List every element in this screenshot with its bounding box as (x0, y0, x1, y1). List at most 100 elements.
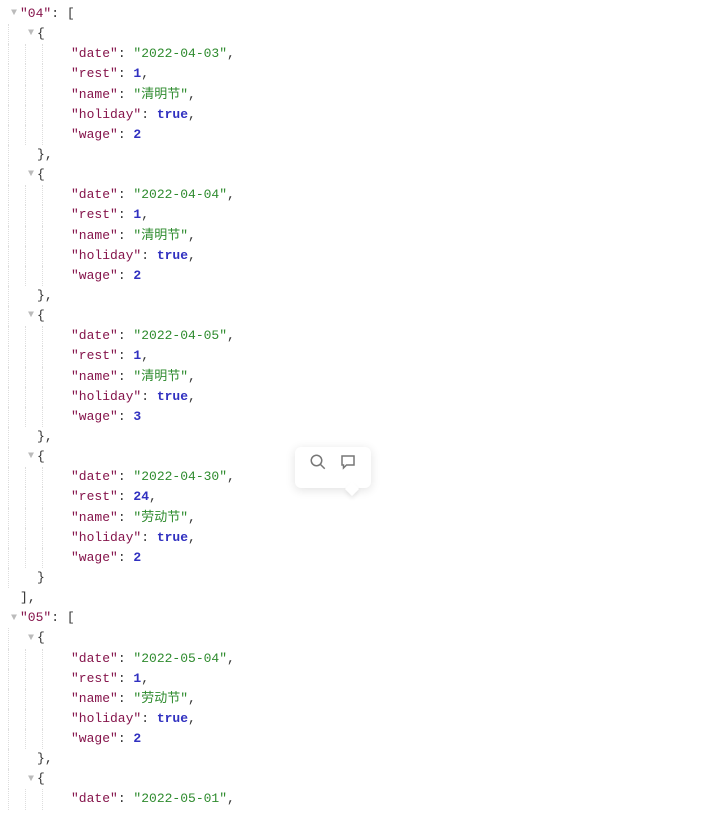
json-property: "wage": 3 (8, 407, 706, 427)
json-object-close: }, (8, 145, 706, 165)
json-property: "name": "劳动节", (8, 508, 706, 528)
magnify-icon[interactable] (309, 453, 327, 478)
json-property: "name": "清明节", (8, 367, 706, 387)
json-key: "rest" (71, 669, 118, 689)
json-number: 1 (133, 669, 141, 689)
json-property: "holiday": true, (8, 709, 706, 729)
json-array-open[interactable]: "04": [ (8, 4, 706, 24)
json-key: "date" (71, 44, 118, 64)
json-object-close: } (8, 568, 706, 588)
json-property: "name": "清明节", (8, 85, 706, 105)
json-object-close: }, (8, 749, 706, 769)
json-object-open[interactable]: { (8, 628, 706, 648)
json-string: "劳动节" (133, 689, 188, 709)
json-property: "rest": 1, (8, 205, 706, 225)
json-number: 1 (133, 346, 141, 366)
json-number: 1 (133, 205, 141, 225)
json-month-key: "04" (20, 4, 51, 24)
json-key: "name" (71, 689, 118, 709)
json-property: "date": "2022-04-03", (8, 44, 706, 64)
json-string: "清明节" (133, 226, 188, 246)
json-number: 3 (133, 407, 141, 427)
json-property: "wage": 2 (8, 548, 706, 568)
json-key: "wage" (71, 266, 118, 286)
json-boolean: true (157, 528, 188, 548)
json-property: "date": "2022-04-04", (8, 185, 706, 205)
json-key: "holiday" (71, 105, 141, 125)
json-property: "date": "2022-04-05", (8, 326, 706, 346)
chat-icon[interactable] (339, 453, 357, 478)
json-property: "date": "2022-05-01", (8, 789, 706, 809)
toggle-caret[interactable] (25, 26, 37, 42)
json-property: "rest": 1, (8, 64, 706, 84)
json-number: 2 (133, 729, 141, 749)
json-key: "date" (71, 789, 118, 809)
json-property: "date": "2022-05-04", (8, 649, 706, 669)
toggle-caret[interactable] (8, 611, 20, 627)
json-boolean: true (157, 246, 188, 266)
toggle-caret[interactable] (8, 6, 20, 22)
toggle-caret[interactable] (25, 449, 37, 465)
json-string: "2022-04-04" (133, 185, 227, 205)
json-property: "wage": 2 (8, 266, 706, 286)
json-key: "name" (71, 85, 118, 105)
toggle-caret[interactable] (25, 167, 37, 183)
json-key: "rest" (71, 205, 118, 225)
json-string: "清明节" (133, 85, 188, 105)
json-string: "2022-04-30" (133, 467, 227, 487)
json-object-close: }, (8, 427, 706, 447)
json-key: "rest" (71, 346, 118, 366)
json-number: 2 (133, 266, 141, 286)
json-property: "name": "劳动节", (8, 689, 706, 709)
json-property: "holiday": true, (8, 528, 706, 548)
json-object-open[interactable]: { (8, 24, 706, 44)
json-property: "holiday": true, (8, 246, 706, 266)
toggle-caret[interactable] (25, 308, 37, 324)
json-string: "清明节" (133, 367, 188, 387)
json-string: "劳动节" (133, 508, 188, 528)
json-key: "wage" (71, 729, 118, 749)
json-key: "name" (71, 226, 118, 246)
json-string: "2022-05-04" (133, 649, 227, 669)
json-tree-viewer: "04": [{"date": "2022-04-03","rest": 1,"… (0, 0, 710, 814)
json-property: "rest": 1, (8, 669, 706, 689)
json-object-open[interactable]: { (8, 165, 706, 185)
toggle-caret[interactable] (25, 631, 37, 647)
json-key: "rest" (71, 64, 118, 84)
json-key: "wage" (71, 125, 118, 145)
json-key: "holiday" (71, 709, 141, 729)
json-array-open[interactable]: "05": [ (8, 608, 706, 628)
action-bubble (295, 447, 371, 488)
json-number: 2 (133, 125, 141, 145)
toggle-caret[interactable] (25, 772, 37, 788)
json-boolean: true (157, 709, 188, 729)
json-key: "date" (71, 467, 118, 487)
json-property: "wage": 2 (8, 125, 706, 145)
json-property: "holiday": true, (8, 105, 706, 125)
json-string: "2022-05-01" (133, 789, 227, 809)
json-key: "name" (71, 508, 118, 528)
json-boolean: true (157, 387, 188, 407)
json-key: "date" (71, 185, 118, 205)
json-property: "rest": 1, (8, 346, 706, 366)
json-key: "name" (71, 367, 118, 387)
json-array-close: ], (8, 588, 706, 608)
json-number: 24 (133, 487, 149, 507)
json-key: "holiday" (71, 246, 141, 266)
json-object-close: }, (8, 286, 706, 306)
json-key: "wage" (71, 407, 118, 427)
json-property: "holiday": true, (8, 387, 706, 407)
json-property: "wage": 2 (8, 729, 706, 749)
json-object-open[interactable]: { (8, 769, 706, 789)
json-key: "holiday" (71, 528, 141, 548)
json-month-key: "05" (20, 608, 51, 628)
json-key: "date" (71, 326, 118, 346)
json-object-open[interactable]: { (8, 306, 706, 326)
json-key: "holiday" (71, 387, 141, 407)
json-string: "2022-04-05" (133, 326, 227, 346)
json-key: "wage" (71, 548, 118, 568)
json-number: 2 (133, 548, 141, 568)
json-key: "rest" (71, 487, 118, 507)
json-number: 1 (133, 64, 141, 84)
json-property: "name": "清明节", (8, 226, 706, 246)
